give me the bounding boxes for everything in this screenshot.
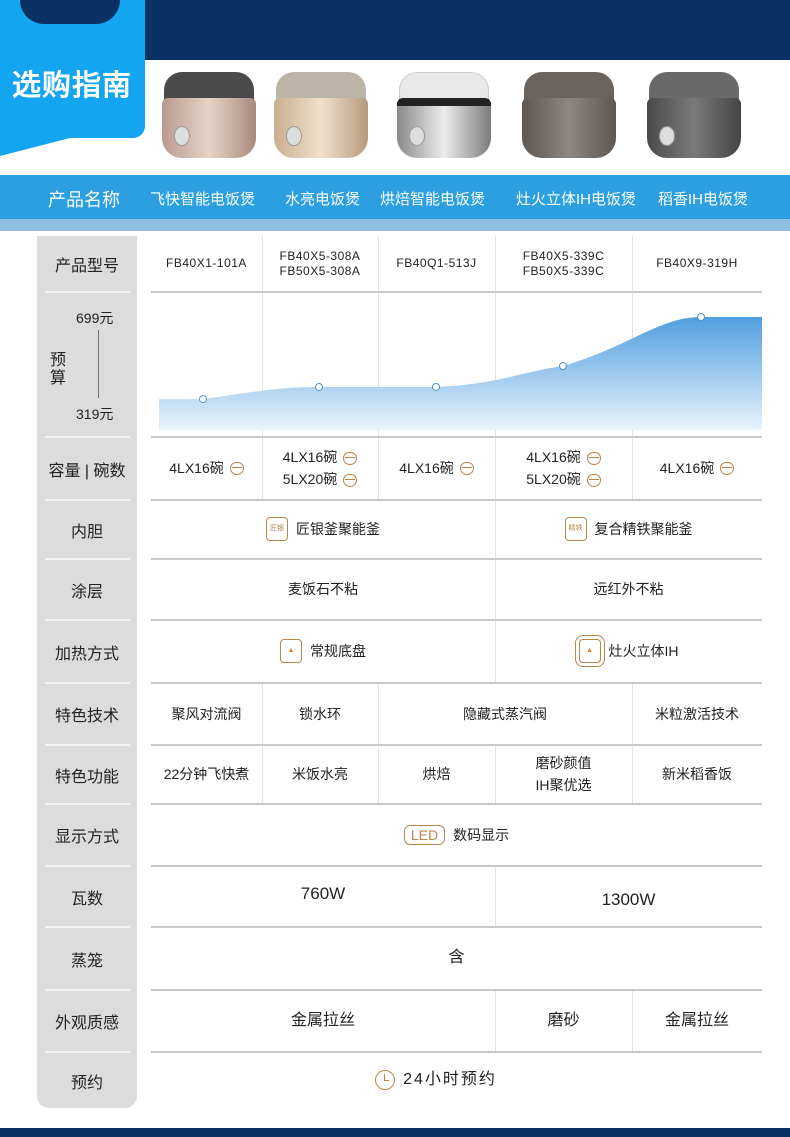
bottom-band [0, 1128, 790, 1137]
coating-a: 麦饭石不粘 [288, 581, 358, 597]
feature-cell: 新米稻香饭 [662, 766, 732, 782]
budget-point [199, 395, 207, 404]
budget-point [559, 362, 567, 371]
label-steamer: 蒸笼 [70, 952, 103, 970]
schedule-cell: 24小时预约 [151, 1052, 721, 1108]
tech-cell: 米粒激活技术 [655, 705, 739, 722]
label-tech: 特色技术 [54, 708, 119, 725]
steamer-cell: 含 [448, 949, 465, 966]
bowl-icon [229, 461, 244, 475]
feature-cell: 烘焙 [422, 766, 451, 782]
bowl-icon [459, 461, 474, 475]
label-display: 显示方式 [54, 829, 119, 846]
bowl-icon [343, 451, 358, 465]
label-wattage: 瓦数 [70, 890, 103, 908]
inner-pot-b: 精铁 复合精铁聚能釜 [495, 500, 762, 558]
wattage-b: 1300W [601, 890, 656, 909]
capacity-cell: 4LX16碗 [151, 437, 262, 499]
label-schedule: 预约 [70, 1075, 103, 1092]
finish-a: 金属拉丝 [290, 1011, 355, 1029]
bowl-icon [586, 451, 601, 465]
tech-cell: 聚风对流阀 [171, 705, 242, 722]
capacity-cell: 4LX16碗 [378, 437, 495, 499]
feature-cell: 米饭水亮 [292, 766, 348, 782]
feature-cell: 磨砂颜值 IH聚优选 [535, 755, 592, 793]
display-cell: LED 数码显示 [151, 804, 762, 865]
label-coating: 涂层 [70, 583, 103, 601]
bowl-icon [586, 473, 601, 487]
coating-b: 远红外不粘 [593, 581, 664, 597]
tech-cell: 隐藏式蒸汽阀 [463, 705, 547, 722]
inner-pot-a: 匠银 匠银釜聚能釜 [151, 500, 495, 558]
bowl-icon [720, 461, 735, 475]
budget-chart [159, 313, 762, 430]
capacity-cell: 4LX16碗 5LX20碗 [495, 437, 632, 499]
feature-cell: 22分钟飞快煮 [163, 766, 250, 782]
finish-b: 磨砂 [547, 1011, 580, 1029]
tech-cell: 锁水环 [299, 705, 341, 722]
finish-c: 金属拉丝 [664, 1011, 729, 1029]
capacity-cell: 4LX16碗 [632, 437, 762, 499]
label-inner-pot: 内胆 [70, 523, 103, 541]
label-finish: 外观质感 [54, 1015, 119, 1032]
label-features: 特色功能 [54, 768, 119, 786]
pot-icon: 匠银 [266, 517, 288, 541]
label-heating: 加热方式 [54, 645, 119, 663]
budget-area [159, 317, 762, 430]
budget-point [432, 382, 440, 391]
capacity-cell: 4LX16碗 5LX20碗 [262, 437, 378, 499]
ih-heating-icon: ▲ [578, 639, 601, 663]
heating-a: ▲ 常规底盘 [151, 620, 495, 682]
bowl-icon [343, 473, 358, 487]
budget-point [315, 382, 323, 391]
heating-b: ▲ 灶火立体IH [495, 620, 762, 682]
bottom-heating-icon: ▲ [280, 639, 302, 663]
label-capacity: 容量 | 碗数 [48, 462, 126, 480]
clock-icon [375, 1070, 396, 1090]
pot-icon: 精铁 [564, 517, 587, 541]
led-icon: LED [403, 824, 446, 845]
budget-point [697, 313, 705, 321]
wattage-a: 760W [300, 884, 346, 903]
